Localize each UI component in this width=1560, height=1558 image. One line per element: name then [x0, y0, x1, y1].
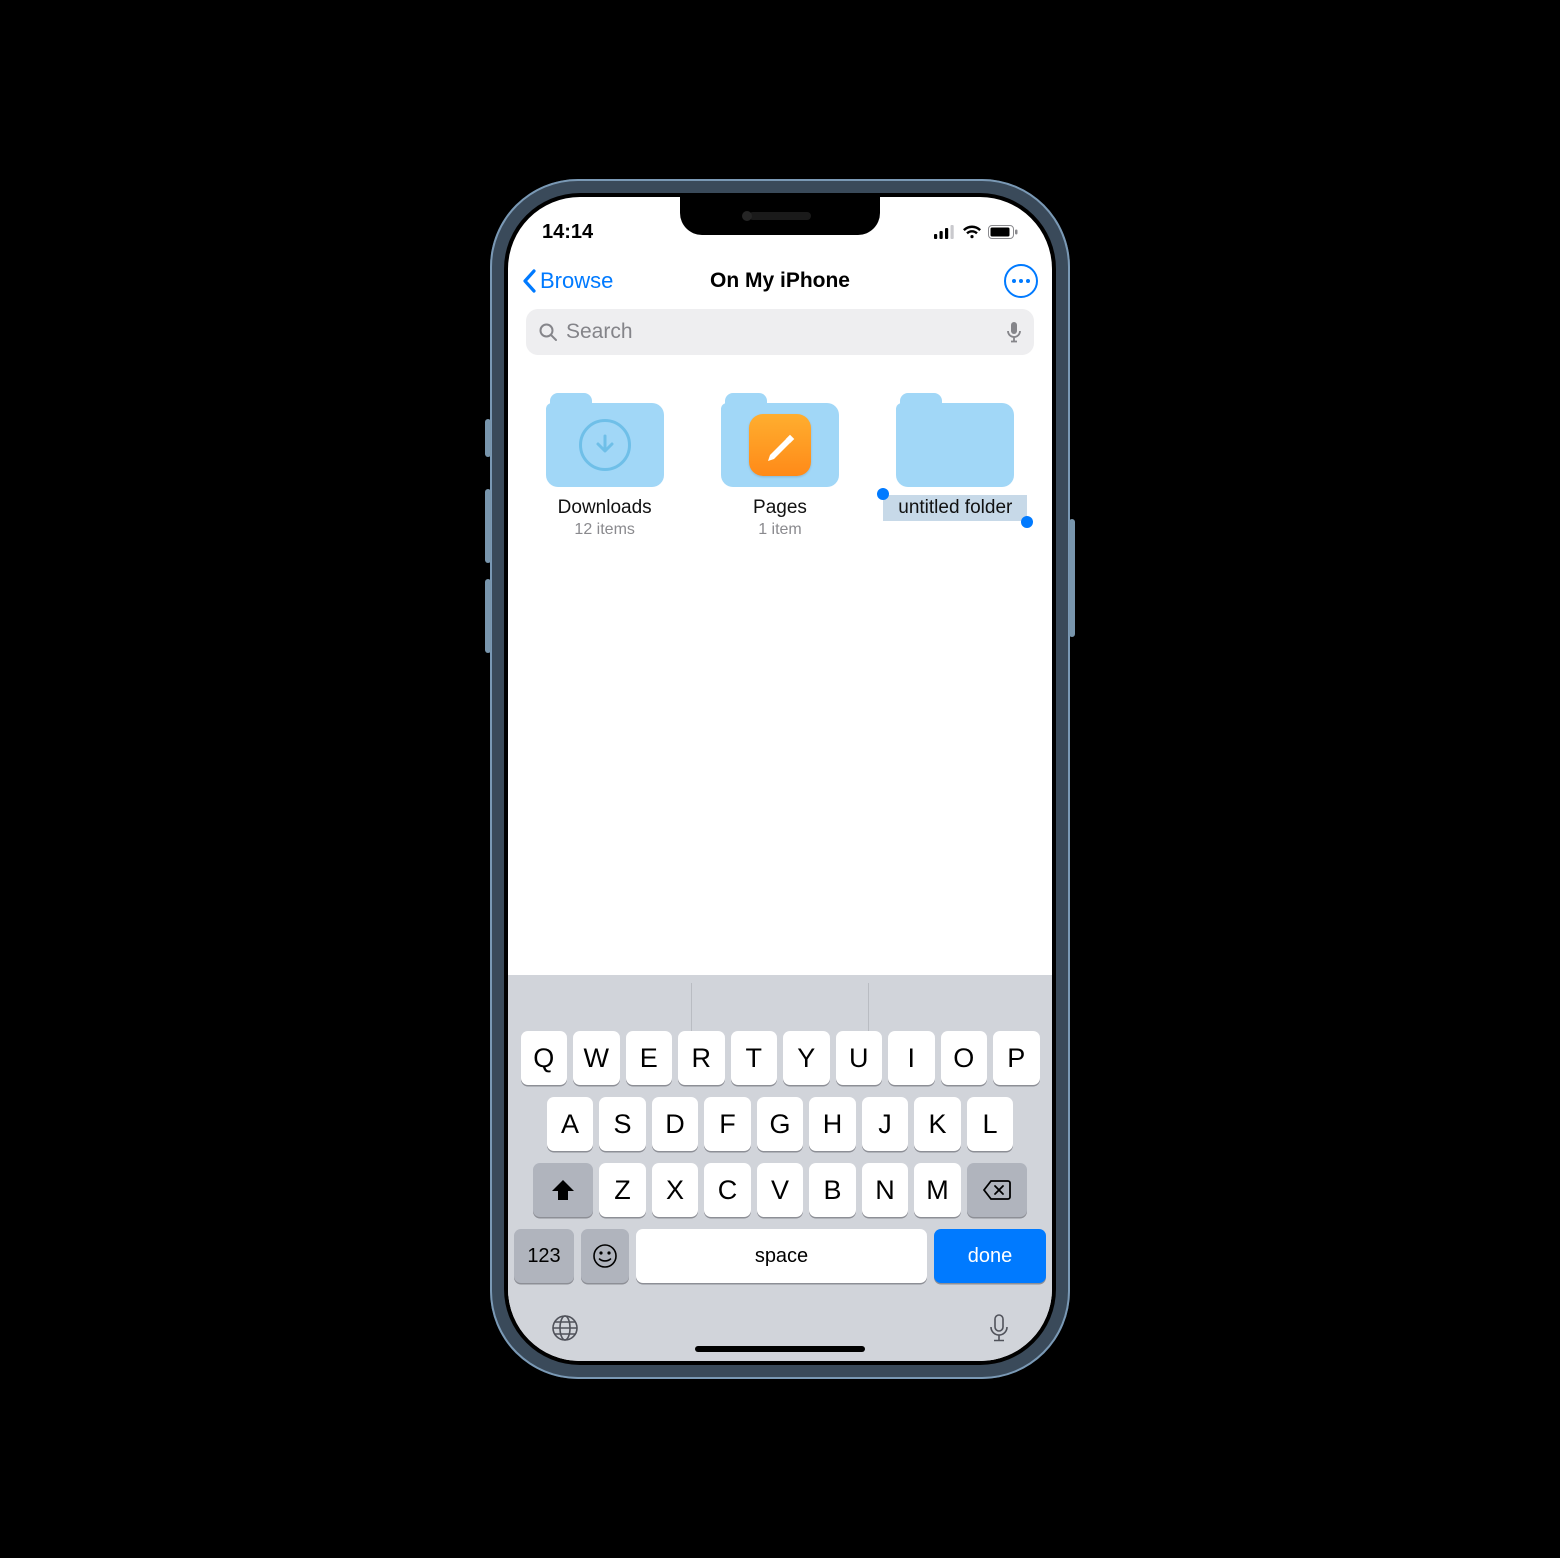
selection-handle[interactable]	[1021, 516, 1033, 528]
status-time: 14:14	[542, 221, 593, 244]
key-u[interactable]: U	[836, 1031, 883, 1085]
emoji-key[interactable]	[581, 1229, 629, 1283]
dictation-icon[interactable]	[988, 1313, 1010, 1343]
volume-up-button	[485, 489, 491, 563]
search-field[interactable]: Search	[526, 309, 1034, 355]
key-d[interactable]: D	[652, 1097, 699, 1151]
wifi-icon	[962, 225, 982, 239]
folder-subtitle: 1 item	[758, 521, 802, 539]
back-button[interactable]: Browse	[522, 268, 613, 294]
folder-icon	[721, 393, 839, 487]
key-v[interactable]: V	[757, 1163, 804, 1217]
search-icon	[538, 322, 558, 342]
power-button	[1069, 519, 1075, 637]
key-e[interactable]: E	[626, 1031, 673, 1085]
key-y[interactable]: Y	[783, 1031, 830, 1085]
home-indicator[interactable]	[695, 1346, 865, 1352]
key-o[interactable]: O	[941, 1031, 988, 1085]
folder-rename-input[interactable]	[883, 495, 1027, 521]
key-z[interactable]: Z	[599, 1163, 646, 1217]
cellular-icon	[934, 225, 956, 239]
key-n[interactable]: N	[862, 1163, 909, 1217]
key-b[interactable]: B	[809, 1163, 856, 1217]
folder-icon	[546, 393, 664, 487]
folder-grid: Downloads 12 items Pages 1 item	[508, 365, 1052, 975]
folder-name: Downloads	[558, 497, 652, 519]
shift-key[interactable]	[533, 1163, 593, 1217]
more-button[interactable]	[1004, 264, 1038, 298]
back-label: Browse	[540, 268, 613, 294]
numbers-key[interactable]: 123	[514, 1229, 574, 1283]
nav-bar: Browse On My iPhone	[508, 253, 1052, 309]
folder-untitled[interactable]	[875, 393, 1035, 521]
screen: 14:14	[508, 197, 1052, 1361]
notch	[680, 197, 880, 235]
volume-down-button	[485, 579, 491, 653]
key-m[interactable]: M	[914, 1163, 961, 1217]
microphone-icon[interactable]	[1006, 321, 1022, 343]
key-p[interactable]: P	[993, 1031, 1040, 1085]
ellipsis-icon	[1012, 279, 1016, 283]
key-row-1: QWERTYUIOP	[514, 1031, 1046, 1085]
earpiece	[749, 212, 811, 220]
done-key[interactable]: done	[934, 1229, 1046, 1283]
key-f[interactable]: F	[704, 1097, 751, 1151]
key-j[interactable]: J	[862, 1097, 909, 1151]
key-k[interactable]: K	[914, 1097, 961, 1151]
key-a[interactable]: A	[547, 1097, 594, 1151]
phone-frame: 14:14	[490, 179, 1070, 1379]
key-row-4: 123 space done	[514, 1229, 1046, 1283]
front-camera	[742, 211, 752, 221]
folder-subtitle: 12 items	[574, 521, 634, 539]
folder-name: Pages	[753, 497, 807, 519]
folder-pages[interactable]: Pages 1 item	[700, 393, 860, 539]
prediction-bar[interactable]	[514, 983, 1046, 1031]
folder-icon	[896, 393, 1014, 487]
key-row-3: ZXCVBNM	[514, 1163, 1046, 1217]
backspace-key[interactable]	[967, 1163, 1027, 1217]
chevron-left-icon	[522, 269, 538, 293]
key-q[interactable]: Q	[521, 1031, 568, 1085]
folder-downloads[interactable]: Downloads 12 items	[525, 393, 685, 539]
key-g[interactable]: G	[757, 1097, 804, 1151]
key-s[interactable]: S	[599, 1097, 646, 1151]
key-h[interactable]: H	[809, 1097, 856, 1151]
keyboard: QWERTYUIOP ASDFGHJKL ZXCVBNM 123	[508, 975, 1052, 1361]
key-t[interactable]: T	[731, 1031, 778, 1085]
globe-icon[interactable]	[550, 1313, 580, 1343]
key-row-2: ASDFGHJKL	[514, 1097, 1046, 1151]
key-x[interactable]: X	[652, 1163, 699, 1217]
battery-icon	[988, 225, 1018, 239]
mute-switch	[485, 419, 491, 457]
pages-app-icon	[749, 414, 811, 476]
search-placeholder: Search	[566, 320, 998, 344]
key-l[interactable]: L	[967, 1097, 1014, 1151]
key-r[interactable]: R	[678, 1031, 725, 1085]
space-key[interactable]: space	[636, 1229, 927, 1283]
key-c[interactable]: C	[704, 1163, 751, 1217]
key-i[interactable]: I	[888, 1031, 935, 1085]
download-arrow-icon	[579, 419, 631, 471]
key-w[interactable]: W	[573, 1031, 620, 1085]
